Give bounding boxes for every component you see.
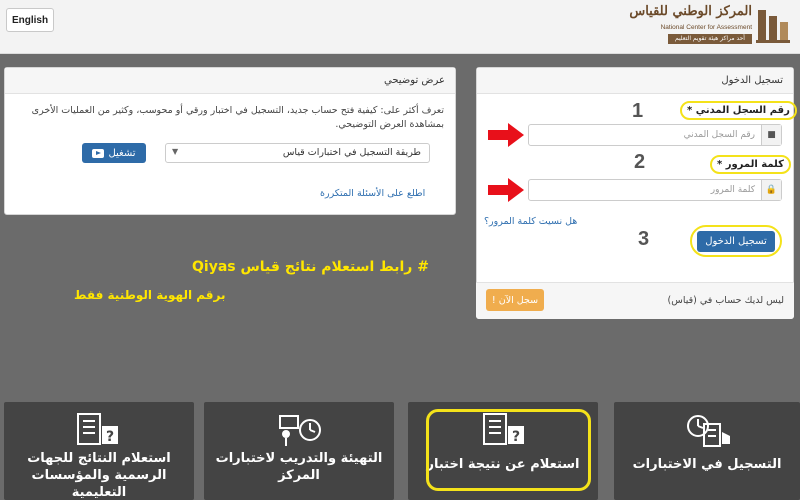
civil-id-placeholder: رقم السجل المدني [683, 130, 755, 140]
forgot-password-link[interactable]: هل نسيت كلمة المرور؟ [484, 216, 577, 227]
play-button[interactable]: تشغيل [82, 143, 146, 163]
demo-select-value: طريقة التسجيل في اختبارات قياس [282, 147, 421, 158]
logo-arabic-name: المركز الوطني للقياس [629, 4, 752, 19]
test-result-highlight [426, 409, 591, 491]
lock-icon: 🔒 [761, 180, 781, 200]
civil-id-field[interactable]: رقم السجل المدني ■ [528, 124, 782, 146]
login-button-label: تسجيل الدخول [697, 230, 775, 252]
card-register-tests[interactable]: التسجيل في الاختبارات [614, 402, 800, 500]
step-number-3: 3 [638, 228, 650, 250]
no-account-text: ليس لديك حساب في (قياس) [667, 295, 784, 306]
qiyas-logo[interactable]: المركز الوطني للقياس National Center for… [629, 2, 792, 48]
logo-tagline: أحد مراكز هيئة تقويم التعليم [668, 34, 752, 44]
demo-description: تعرف أكثر على: كيفية فتح حساب جديد، التس… [31, 105, 444, 130]
play-icon [92, 148, 105, 158]
step-number-1: 1 [632, 100, 644, 122]
checklist-question-icon: ? [77, 413, 118, 445]
language-button[interactable]: English [6, 8, 54, 32]
register-button[interactable]: سجل الآن ! [486, 289, 544, 311]
logo-english-name: National Center for Assessment [660, 24, 752, 31]
demo-video-select[interactable]: طريقة التسجيل في اختبارات قياس ▼ [165, 143, 430, 163]
annotation-line-2: برقم الهوية الوطنية فقط [74, 288, 226, 302]
card-official-results-title: استعلام النتائج للجهات الرسمية والمؤسسات… [27, 451, 171, 500]
login-footer: ليس لديك حساب في (قياس) سجل الآن ! [476, 282, 794, 319]
password-label: كلمة المرور * [710, 155, 791, 174]
login-panel-title: تسجيل الدخول [477, 68, 793, 94]
user-icon: ■ [761, 125, 781, 145]
password-placeholder: كلمة المرور [710, 185, 755, 195]
logo-mark-icon [756, 10, 790, 43]
training-clock-icon [279, 415, 321, 446]
card-register-tests-title: التسجيل في الاختبارات [632, 457, 782, 472]
faq-link[interactable]: اطلع على الأسئلة المتكررة [320, 188, 425, 199]
chevron-down-icon: ▼ [172, 147, 179, 156]
annotation-line-1: # رابط استعلام نتائج قياس Qiyas [192, 259, 429, 275]
card-official-results[interactable]: ? استعلام النتائج للجهات الرسمية والمؤسس… [4, 402, 194, 500]
password-field[interactable]: كلمة المرور 🔒 [528, 179, 782, 201]
card-training[interactable]: التهيئة والتدريب لاختبارات المركز [204, 402, 394, 500]
civil-id-label: رقم السجل المدني * [680, 101, 797, 120]
play-button-label: تشغيل [108, 147, 136, 159]
login-button[interactable]: تسجيل الدخول [690, 225, 782, 257]
step-number-2: 2 [634, 151, 646, 173]
svg-text:?: ? [106, 429, 114, 445]
red-arrow-icon [488, 123, 524, 147]
red-arrow-icon [488, 178, 524, 202]
card-training-title: التهيئة والتدريب لاختبارات المركز [215, 451, 383, 483]
clock-checklist-hand-icon [687, 415, 730, 447]
demo-panel-title: عرض توضيحي [5, 68, 455, 94]
site-header: English المركز الوطني للقياس National Ce… [0, 0, 800, 54]
